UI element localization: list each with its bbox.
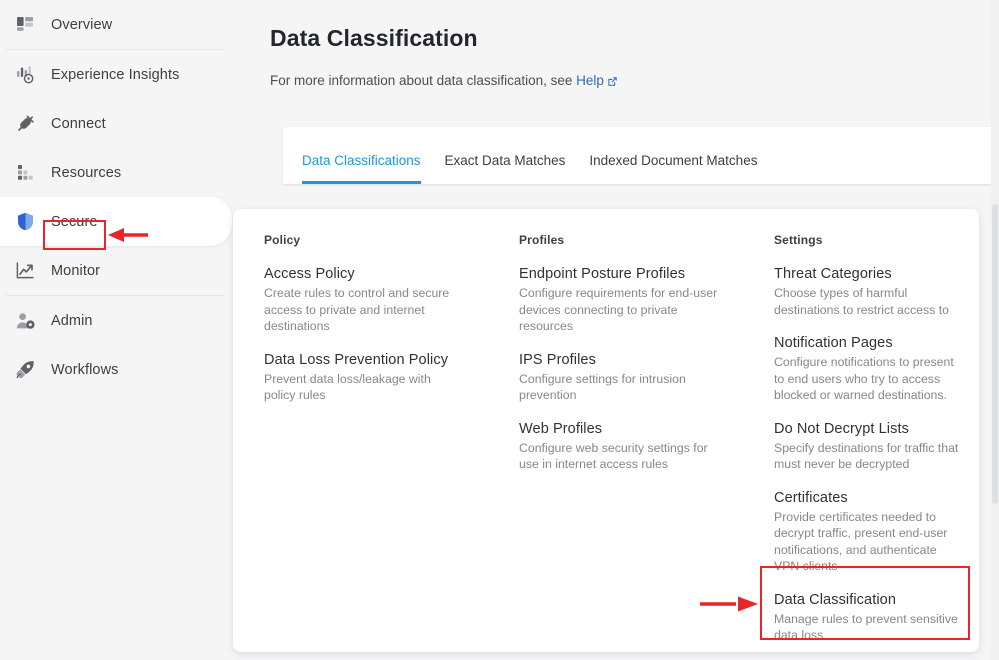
mega-menu-item-description: Create rules to control and secure acces… (264, 286, 450, 333)
help-link[interactable]: Help (576, 73, 604, 88)
mega-menu-item-data-loss-prevention-policy[interactable]: Data Loss Prevention Policy Prevent data … (264, 352, 519, 404)
mega-menu-item-title: IPS Profiles (519, 351, 596, 368)
sidebar-item-label: Experience Insights (51, 66, 180, 83)
sidebar-item-overview[interactable]: Overview (0, 0, 233, 49)
mega-menu-item-description: Provide certificates needed to decrypt t… (774, 509, 948, 574)
sidebar-item-admin[interactable]: Admin (0, 296, 233, 345)
tab-data-classifications[interactable]: Data Classifications (302, 153, 421, 184)
sidebar-item-label: Workflows (51, 361, 119, 378)
sidebar-item-experience-insights[interactable]: Experience Insights (0, 50, 233, 99)
mega-menu-item-title: Certificates (774, 489, 848, 506)
sidebar-item-label: Resources (51, 164, 122, 181)
sidebar-item-label: Connect (51, 115, 106, 132)
page-scrollbar-track[interactable] (991, 0, 999, 660)
sidebar-item-list: Overview Experience Insights Connect Resour… (0, 0, 233, 394)
mega-menu-item-ips-profiles[interactable]: IPS Profiles Configure settings for intru… (519, 352, 774, 404)
tab-list: Data Classifications Exact Data Matches In… (283, 127, 999, 184)
page-subtitle-text: For more information about data classifi… (270, 73, 577, 88)
sidebar-item-label: Secure (51, 213, 98, 230)
mega-menu-item-title: Notification Pages (774, 335, 893, 351)
mega-menu-item-title: Access Policy (264, 266, 355, 282)
mega-menu-item-endpoint-posture-profiles[interactable]: Endpoint Posture Profiles Configure requi… (519, 266, 774, 335)
mega-menu-item-notification-pages[interactable]: Notification Pages Configure notification… (774, 335, 979, 404)
rocket-icon (10, 358, 40, 382)
sidebar-item-workflows[interactable]: Workflows (0, 345, 233, 394)
mega-menu-item-description: Choose types of harmful destinations to … (774, 286, 949, 317)
mega-menu-item-title: Data Classification (774, 591, 896, 608)
insights-chart-icon (10, 63, 40, 87)
page-title: Data Classification (270, 25, 478, 51)
sidebar-item-secure[interactable]: Secure (0, 197, 232, 246)
mega-menu-item-description: Manage rules to prevent sensitive data l… (774, 611, 958, 643)
mega-menu-item-title: Endpoint Posture Profiles (519, 266, 686, 282)
mega-menu-item-title: Threat Categories (774, 266, 892, 282)
sidebar-item-label: Admin (51, 312, 93, 329)
mega-menu-item-description: Configure settings for intrusion prevent… (519, 371, 686, 403)
plug-connect-icon (10, 112, 40, 136)
mega-menu-item-description: Specify destinations for traffic that mu… (774, 440, 959, 472)
line-chart-icon (10, 259, 40, 283)
sidebar-item-connect[interactable]: Connect (0, 99, 233, 148)
mega-menu-item-description: Configure web security settings for use … (519, 440, 708, 472)
mega-menu-item-threat-categories[interactable]: Threat Categories Choose types of harmful… (774, 266, 979, 318)
mega-menu-item-access-policy[interactable]: Access Policy Create rules to control and… (264, 266, 519, 335)
mega-menu-column-settings: Settings Threat Categories Choose types of… (774, 233, 979, 652)
mega-menu-column-heading: Settings (774, 233, 823, 247)
mega-menu-item-web-profiles[interactable]: Web Profiles Configure web security setti… (519, 421, 774, 473)
mega-menu-item-description: Configure requirements for end-user devi… (519, 286, 718, 333)
app-root: Overview Experience Insights Connect Resour… (0, 0, 999, 660)
mega-menu-columns: Policy Access Policy Create rules to contr… (233, 209, 979, 652)
resources-blocks-icon (10, 161, 40, 185)
mega-menu-column-profiles: Profiles Endpoint Posture Profiles Configu… (519, 233, 774, 652)
mega-menu-item-title: Web Profiles (519, 420, 603, 437)
mega-menu-column-heading: Policy (264, 233, 301, 247)
mega-menu-item-do-not-decrypt-lists[interactable]: Do Not Decrypt Lists Specify destinations… (774, 421, 979, 473)
shield-icon (10, 210, 40, 234)
mega-menu-column-heading: Profiles (519, 233, 565, 247)
external-link-icon[interactable] (607, 75, 618, 90)
dashboard-grid-icon (10, 13, 40, 37)
tab-bar: Data Classifications Exact Data Matches In… (283, 127, 999, 184)
mega-menu-item-data-classification[interactable]: Data Classification Manage rules to preve… (774, 592, 979, 644)
tab-indexed-document-matches[interactable]: Indexed Document Matches (589, 153, 757, 184)
secure-mega-menu-panel: Policy Access Policy Create rules to contr… (233, 209, 979, 652)
sidebar-item-monitor[interactable]: Monitor (0, 246, 233, 295)
user-gear-icon (10, 309, 40, 333)
mega-menu-item-description: Configure notifications to present to en… (774, 355, 954, 402)
mega-menu-column-policy: Policy Access Policy Create rules to contr… (264, 233, 519, 652)
mega-menu-item-certificates[interactable]: Certificates Provide certificates needed … (774, 490, 979, 575)
sidebar-item-label: Monitor (51, 262, 101, 279)
sidebar-item-resources[interactable]: Resources (0, 148, 233, 197)
mega-menu-item-title: Do Not Decrypt Lists (774, 420, 909, 437)
sidebar: Overview Experience Insights Connect Resour… (0, 0, 233, 660)
mega-menu-item-title: Data Loss Prevention Policy (264, 351, 449, 368)
mega-menu-item-description: Prevent data loss/leakage with policy ru… (264, 371, 431, 403)
page-scrollbar-thumb[interactable] (992, 204, 998, 504)
page-subtitle: For more information about data classifi… (270, 73, 618, 90)
tab-exact-data-matches[interactable]: Exact Data Matches (445, 153, 566, 184)
sidebar-item-label: Overview (51, 16, 113, 33)
